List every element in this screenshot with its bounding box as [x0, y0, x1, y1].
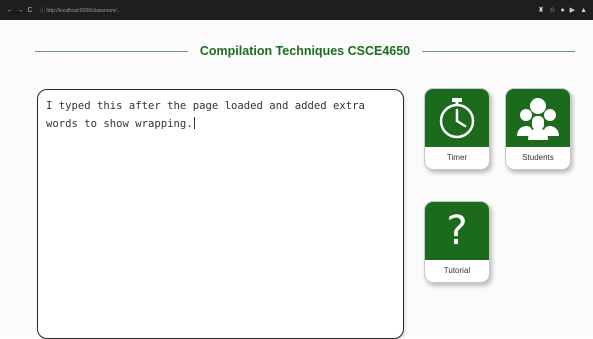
page-title: Compilation Techniques CSCE4650 [199, 44, 411, 58]
extension-icon[interactable]: ♜ [538, 6, 544, 14]
timer-label: Timer [446, 152, 468, 162]
tutorial-button[interactable]: ? Tutorial [424, 201, 490, 283]
editor-text[interactable]: I typed this after the page loaded and a… [46, 100, 371, 130]
media-icon[interactable]: ▶ [570, 6, 575, 14]
page-body: Compilation Techniques CSCE4650 I typed … [0, 20, 593, 339]
header-rule-right [422, 50, 576, 52]
tile-icon-area: ? [425, 202, 489, 260]
stopwatch-icon [439, 98, 475, 139]
students-button[interactable]: Students [505, 88, 571, 170]
tile-icon-area [425, 89, 489, 147]
header-rule-left [35, 50, 188, 52]
students-label: Students [522, 152, 554, 162]
menu-icon[interactable]: ▲ [580, 7, 587, 14]
profile-icon[interactable]: ● [560, 7, 564, 14]
back-icon[interactable]: ← [6, 7, 14, 14]
timer-button[interactable]: Timer [424, 88, 490, 170]
reload-icon[interactable]: C [26, 7, 34, 14]
address-bar[interactable]: ⓘ http://localhost:8000/classroom/... [40, 7, 121, 14]
bookmark-star-icon[interactable]: ☆ [549, 6, 555, 14]
people-icon [517, 98, 559, 140]
browser-actions: ♜ ☆ ● ▶ ▲ [538, 6, 587, 15]
forward-icon[interactable]: → [16, 7, 24, 14]
text-caret [193, 117, 195, 129]
tutorial-label: Tutorial [443, 265, 471, 275]
header: Compilation Techniques CSCE4650 [35, 42, 576, 60]
notes-editor[interactable]: I typed this after the page loaded and a… [37, 89, 404, 339]
question-mark-icon: ? [446, 208, 468, 254]
browser-toolbar: ← → C ⓘ http://localhost:8000/classroom/… [0, 0, 593, 20]
tile-icon-area [506, 89, 570, 147]
